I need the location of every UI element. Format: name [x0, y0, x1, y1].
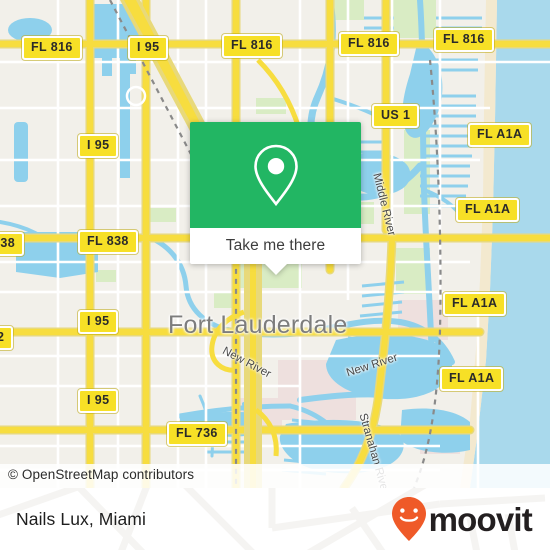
road-shield[interactable]: FL A1A [468, 123, 532, 147]
road-shield[interactable]: US 1 [372, 104, 420, 128]
road-shield[interactable]: FL 736 [167, 422, 227, 446]
map-pin-icon [253, 144, 298, 207]
road-shield[interactable]: 2 [0, 326, 14, 350]
moovit-pin-icon [391, 497, 426, 541]
take-me-there-label: Take me there [225, 237, 326, 254]
road-shield[interactable]: I 95 [78, 310, 119, 334]
road-shield[interactable]: FL 838 [78, 230, 138, 254]
road-shield[interactable]: I 95 [78, 134, 119, 158]
road-shield[interactable]: FL 816 [339, 32, 399, 56]
road-shield[interactable]: FL 816 [22, 36, 82, 60]
map-canvas[interactable]: FL 816 I 95 FL 816 FL 816 FL 816 US 1 FL… [0, 0, 550, 488]
moovit-wordmark: moovit [428, 500, 533, 538]
map-attribution: © OpenStreetMap contributors [0, 464, 550, 488]
road-shield[interactable]: FL A1A [443, 292, 507, 316]
popup-footer[interactable]: Take me there [190, 228, 361, 275]
place-title: Nails Lux, Miami [16, 508, 146, 529]
road-shield[interactable]: FL 816 [222, 34, 282, 58]
road-shield[interactable]: FL A1A [440, 367, 504, 391]
moovit-logo: moovit [390, 496, 533, 542]
popup-header [190, 122, 361, 228]
road-shield[interactable]: I 95 [128, 36, 169, 60]
popup-tail [264, 264, 287, 275]
road-shield[interactable]: FL 816 [434, 28, 494, 52]
road-shield[interactable]: FL A1A [456, 198, 520, 222]
screenshot-root: FL 816 I 95 FL 816 FL 816 FL 816 US 1 FL… [0, 0, 550, 550]
location-popup[interactable]: Take me there [190, 122, 361, 275]
city-label: Fort Lauderdale [168, 311, 348, 339]
road-shield[interactable]: I 95 [78, 389, 119, 413]
road-shield[interactable]: 838 [0, 232, 25, 256]
footer-bar: Nails Lux, Miami moovit [0, 488, 550, 550]
